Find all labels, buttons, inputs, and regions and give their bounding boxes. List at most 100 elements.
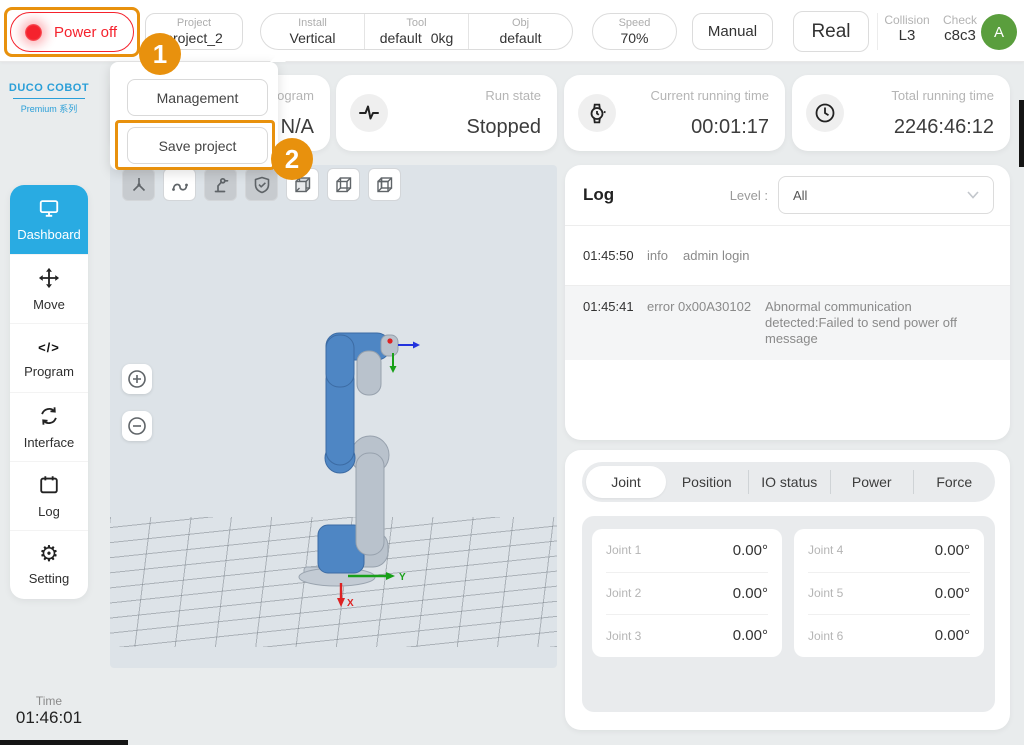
log-entry-level: info [647,248,683,263]
move-arrows-icon [38,267,60,292]
joint-row: Joint 2 0.00° [606,572,768,615]
speed-selector[interactable]: Speed 70% [592,13,677,50]
watch-icon [578,94,616,132]
management-menu-item[interactable]: Management [127,79,268,116]
card-label: Current running time [651,88,770,103]
sidebar-menu: Dashboard Move </> Program Interface Log… [10,185,88,599]
project-label: Project [177,17,211,30]
tool-payload: 0kg [431,30,454,46]
tab-position[interactable]: Position [666,470,748,494]
clock-icon [806,94,844,132]
user-avatar[interactable]: A [981,14,1017,50]
speed-value: 70% [620,30,648,46]
joint-label: Joint 3 [606,629,641,643]
collision-label: Collision [884,13,929,27]
tab-io-status[interactable]: IO status [748,470,831,494]
sidebar-item-interface[interactable]: Interface [10,392,88,461]
cube-wire2-icon[interactable] [368,168,401,201]
card-label: Total running time [891,88,994,103]
joint-label: Joint 4 [808,543,843,557]
pulse-icon [350,94,388,132]
log-panel: Log Level : All 01:45:50 info admin logi… [565,165,1010,440]
path-icon[interactable] [163,168,196,201]
monitor-icon [38,197,60,222]
code-icon: </> [38,337,60,359]
viewport-zoom-controls [122,364,152,441]
logo-rule [13,98,85,99]
total-running-time-card: Total running time 2246:46:12 [792,75,1010,151]
cube-wire-icon[interactable] [327,168,360,201]
sidebar-item-label: Interface [24,435,75,450]
sidebar-item-dashboard[interactable]: Dashboard [10,185,88,254]
joint-row: Joint 4 0.00° [808,529,970,572]
sidebar-item-move[interactable]: Move [10,254,88,323]
tab-power[interactable]: Power [830,470,913,494]
sync-icon [38,405,60,430]
tool-selector[interactable]: Tool default 0kg [364,14,468,49]
save-project-menu-item[interactable]: Save project [127,127,268,164]
install-value: Vertical [290,30,336,46]
shield-check-icon[interactable] [245,168,278,201]
bottom-edge-bar [0,740,128,745]
obj-value: default [499,30,541,46]
robot-status-panel: Joint Position IO status Power Force Joi… [565,450,1010,730]
sidebar-item-label: Log [38,504,60,519]
robot-icon[interactable] [204,168,237,201]
joint-values-container: Joint 1 0.00° Joint 2 0.00° Joint 3 0.00… [582,516,995,712]
tool-label: Tool [406,17,426,30]
tab-force[interactable]: Force [913,470,996,494]
obj-selector[interactable]: Obj default [468,14,572,49]
dropdown-arrow [270,54,286,62]
joint-value: 0.00° [733,585,768,602]
current-running-time-card: Current running time 00:01:17 [564,75,785,151]
joint-value: 0.00° [733,627,768,644]
power-off-button[interactable]: Power off [10,12,134,52]
card-value: N/A [281,116,314,139]
sidebar-item-program[interactable]: </> Program [10,323,88,392]
joint-row: Joint 1 0.00° [606,529,768,572]
tab-joint[interactable]: Joint [586,466,666,498]
step-2-callout: 2 [271,138,313,180]
log-entry-message: Abnormal communication detected:Failed t… [765,299,992,347]
sidebar-item-label: Move [33,297,65,312]
card-value: Stopped [466,116,541,139]
log-header: Log Level : All [565,165,1010,225]
card-value: 2246:46:12 [894,116,994,139]
sidebar-item-label: Program [24,364,74,379]
sidebar-item-log[interactable]: Log [10,461,88,530]
log-level-select[interactable]: All [778,176,994,214]
joint-label: Joint 2 [606,586,641,600]
manual-mode-button[interactable]: Manual [692,13,773,50]
log-entry-message: admin login [683,248,992,264]
log-entry: 01:45:50 info admin login [565,226,1010,285]
collision-status: Collision L3 [884,13,930,45]
log-entry-time: 01:45:41 [583,299,647,314]
check-label: Check [943,13,977,27]
joint-row: Joint 6 0.00° [808,614,970,657]
axes-icon[interactable] [122,168,155,201]
zoom-out-icon[interactable] [122,411,152,441]
obj-label: Obj [512,17,529,30]
brand-logo: DUCO COBOT Premium 系列 [0,82,98,115]
real-mode-button[interactable]: Real [793,11,869,52]
robot-3d-viewport[interactable]: Y X [110,165,557,668]
zoom-in-icon[interactable] [122,364,152,394]
joint-value: 0.00° [935,542,970,559]
project-dropdown-menu: Management Save project [110,62,278,170]
power-off-label: Power off [54,24,117,41]
chevron-down-icon [967,191,979,199]
install-selector[interactable]: Install Vertical [261,14,364,49]
check-value: c8c3 [944,27,976,45]
joint-label: Joint 1 [606,543,641,557]
joint-row: Joint 5 0.00° [808,572,970,615]
calendar-icon [38,474,60,499]
duco-cobot-app: Power off Project project_2 Install Vert… [0,0,1024,745]
run-state-card: Run state Stopped [336,75,557,151]
time-label: Time [0,694,98,708]
sidebar-item-setting[interactable]: ⚙ Setting [10,530,88,599]
power-status-dot-icon [25,24,42,41]
joint-label: Joint 6 [808,629,843,643]
vertical-scrollbar-thumb[interactable] [1019,100,1024,167]
gear-icon: ⚙ [39,544,59,566]
joint-row: Joint 3 0.00° [606,614,768,657]
